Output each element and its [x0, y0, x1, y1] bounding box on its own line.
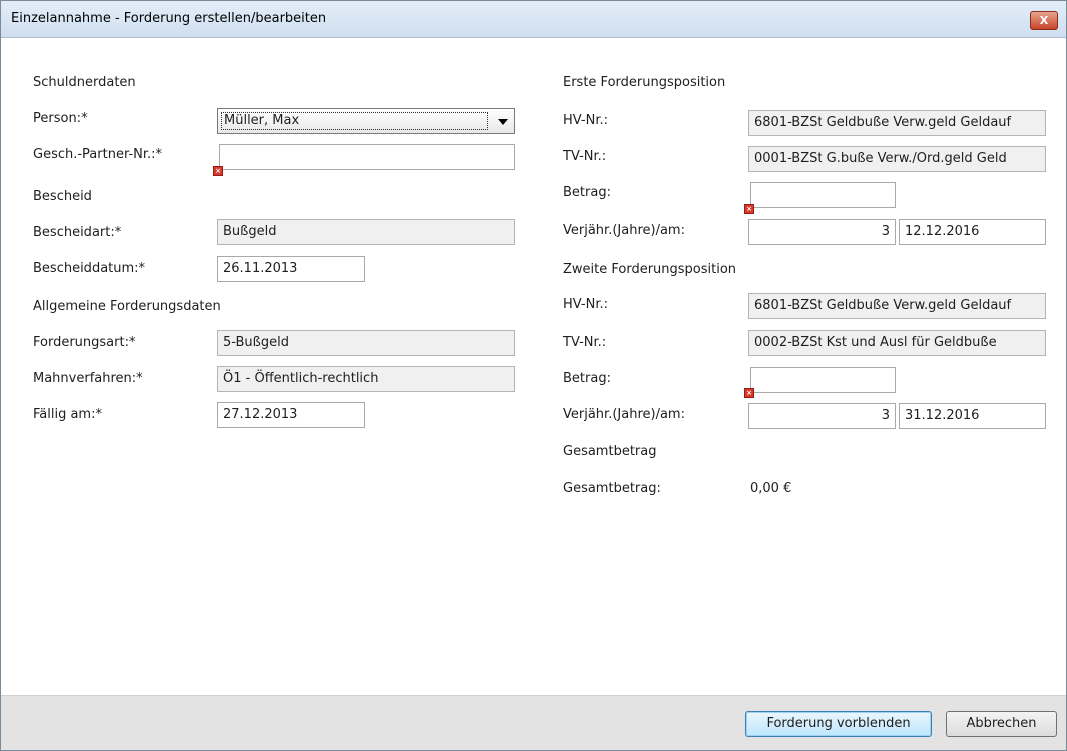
second-limitation-years-input[interactable]: 3	[748, 403, 896, 429]
person-select[interactable]: Müller, Max	[217, 108, 515, 134]
notice-date-label: Bescheiddatum:*	[33, 261, 146, 276]
claim-type-field: 5-Bußgeld	[217, 330, 515, 356]
first-limitation-date-input[interactable]: 12.12.2016	[899, 219, 1046, 245]
person-select-value: Müller, Max	[224, 113, 300, 128]
first-limitation-label: Verjähr.(Jahre)/am:	[563, 223, 685, 238]
first-hv-label: HV-Nr.:	[563, 113, 608, 128]
total-label: Gesamtbetrag:	[563, 481, 661, 496]
section-second-position-heading: Zweite Forderungsposition	[563, 262, 737, 277]
notice-type-label: Bescheidart:*	[33, 225, 122, 240]
error-icon: ×	[744, 204, 754, 214]
person-label: Person:*	[33, 111, 88, 126]
section-general-heading: Allgemeine Forderungsdaten	[33, 299, 221, 314]
first-limitation-years-input[interactable]: 3	[748, 219, 896, 245]
first-amount-label: Betrag:	[563, 185, 611, 200]
second-tv-field: 0002-BZSt Kst und Ausl für Geldbuße	[748, 330, 1046, 356]
chevron-down-icon	[498, 119, 508, 125]
section-notice-heading: Bescheid	[33, 189, 92, 204]
button-bar: Forderung vorblenden Abbrechen	[1, 695, 1066, 750]
second-limitation-label: Verjähr.(Jahre)/am:	[563, 407, 685, 422]
section-debtor-heading: Schuldnerdaten	[33, 75, 136, 90]
claim-type-label: Forderungsart:*	[33, 335, 136, 350]
second-tv-label: TV-Nr.:	[563, 335, 607, 350]
due-date-label: Fällig am:*	[33, 407, 102, 422]
first-tv-field: 0001-BZSt G.buße Verw./Ord.geld Geld	[748, 146, 1046, 172]
dunning-field: Ö1 - Öffentlich-rechtlich	[217, 366, 515, 392]
total-value: 0,00 €	[750, 481, 792, 496]
preview-claim-button[interactable]: Forderung vorblenden	[745, 711, 932, 737]
first-amount-input[interactable]	[750, 182, 896, 208]
second-limitation-date-input[interactable]: 31.12.2016	[899, 403, 1046, 429]
section-total-heading: Gesamtbetrag	[563, 444, 657, 459]
second-amount-label: Betrag:	[563, 371, 611, 386]
cancel-button[interactable]: Abbrechen	[946, 711, 1057, 737]
first-tv-label: TV-Nr.:	[563, 149, 607, 164]
dialog-window: Einzelannahme - Forderung erstellen/bear…	[0, 0, 1067, 751]
section-first-position-heading: Erste Forderungsposition	[563, 75, 726, 90]
second-hv-field: 6801-BZSt Geldbuße Verw.geld Geldauf	[748, 293, 1046, 319]
error-icon: ×	[213, 166, 223, 176]
notice-type-field: Bußgeld	[217, 219, 515, 245]
first-hv-field: 6801-BZSt Geldbuße Verw.geld Geldauf	[748, 110, 1046, 136]
error-icon: ×	[744, 388, 754, 398]
dunning-label: Mahnverfahren:*	[33, 371, 143, 386]
second-hv-label: HV-Nr.:	[563, 297, 608, 312]
close-icon[interactable]: X	[1030, 11, 1058, 30]
second-amount-input[interactable]	[750, 367, 896, 393]
window-title: Einzelannahme - Forderung erstellen/bear…	[11, 11, 327, 26]
partner-number-input[interactable]	[219, 144, 515, 170]
due-date-input[interactable]: 27.12.2013	[217, 402, 365, 428]
notice-date-input[interactable]: 26.11.2013	[217, 256, 365, 282]
title-bar: Einzelannahme - Forderung erstellen/bear…	[1, 1, 1066, 38]
partner-number-label: Gesch.-Partner-Nr.:*	[33, 147, 163, 162]
